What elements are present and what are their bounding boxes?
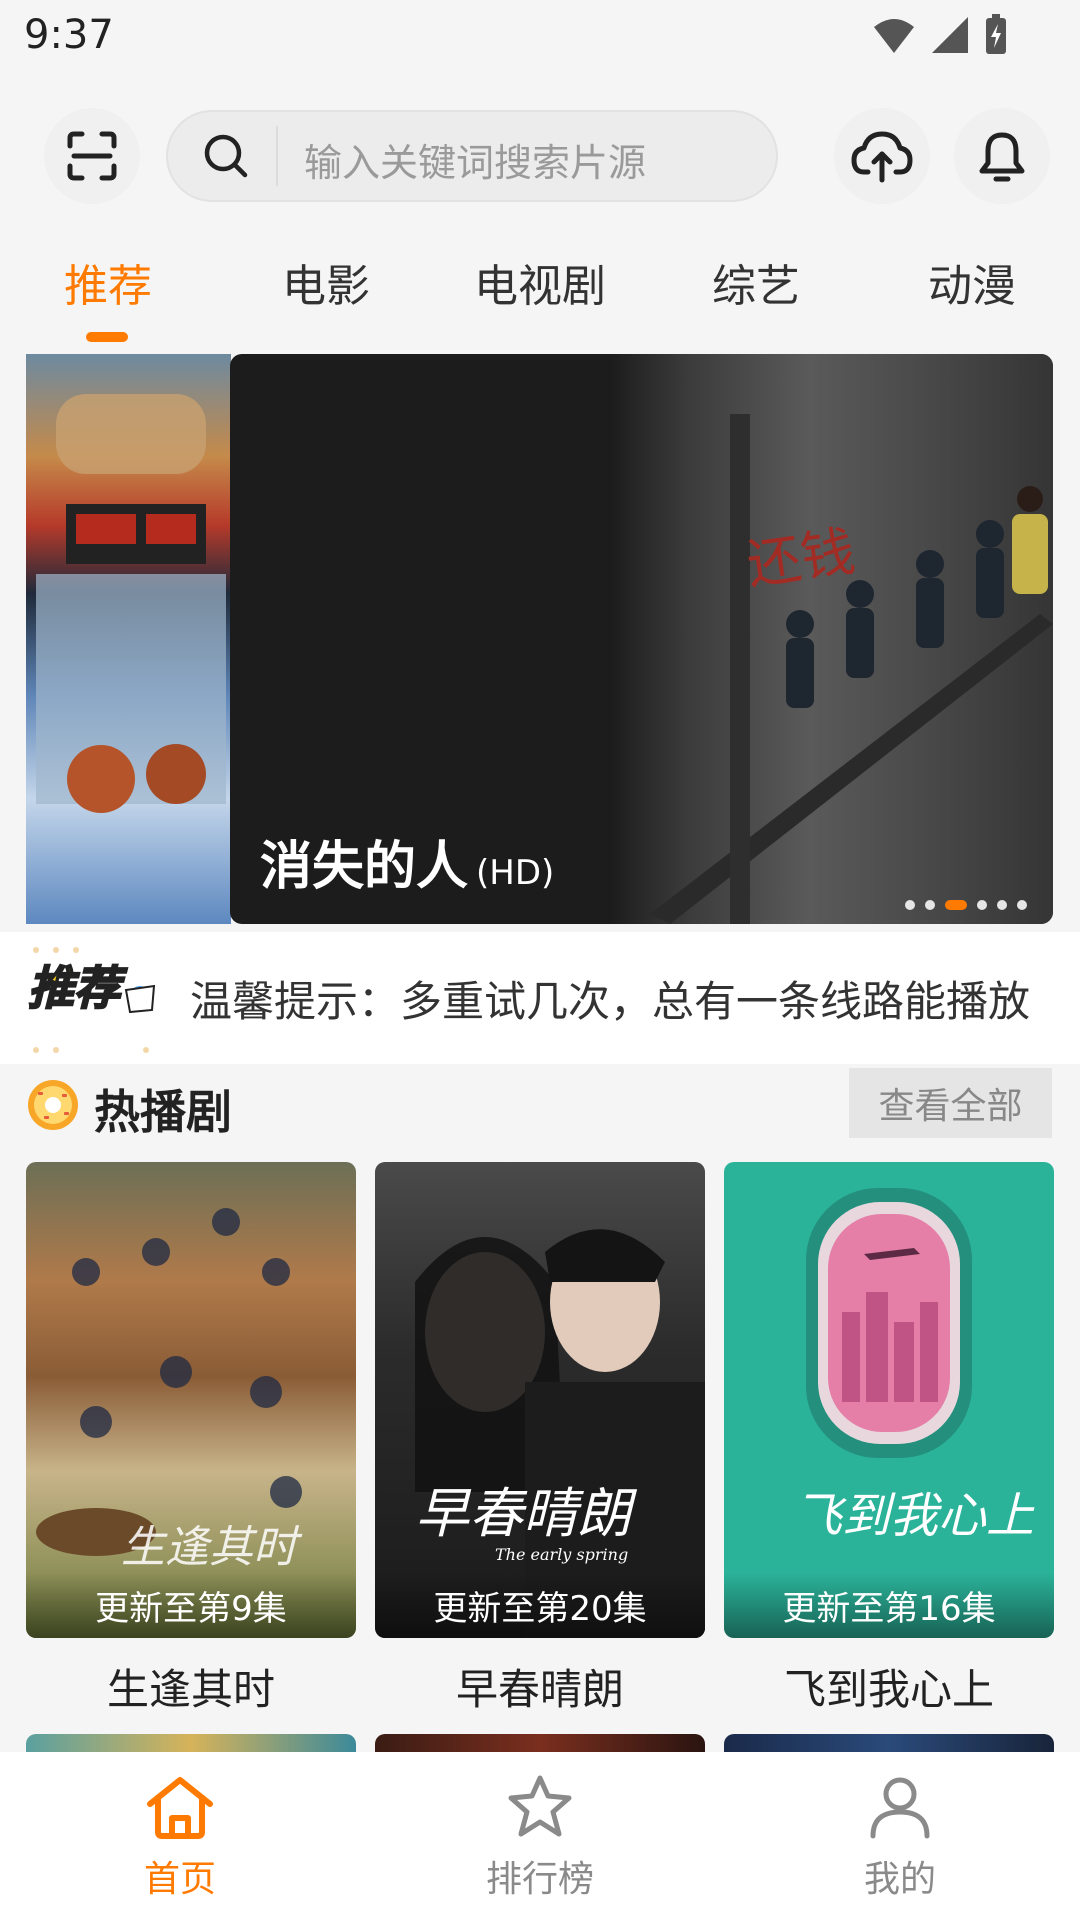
carousel-dot[interactable] (1017, 900, 1027, 910)
search-bar[interactable]: 输入关键词搜索片源 (166, 110, 778, 202)
search-divider (276, 126, 278, 186)
bell-icon (979, 132, 1025, 182)
bottom-navigation: 首页 排行榜 我的 (0, 1752, 1080, 1920)
banner-carousel[interactable]: 还钱 消失的人 (HD) (0, 354, 1080, 924)
carousel-indicator (905, 900, 1027, 910)
recommend-badge: 推荐 (26, 940, 160, 1064)
series-poster-partial[interactable] (724, 1734, 1054, 1754)
notification-button[interactable] (954, 108, 1050, 204)
carousel-dot[interactable] (925, 900, 935, 910)
category-tabs: 推荐 电影 电视剧 综艺 动漫 (0, 250, 1080, 340)
banner-title-text: 消失的人 (260, 837, 469, 897)
nav-home-label: 首页 (143, 1859, 216, 1900)
series-card[interactable]: 生逢其时 更新至第9集 生逢其时 (26, 1162, 356, 1717)
carousel-dot-active[interactable] (945, 900, 967, 910)
battery-charging-icon (986, 14, 1006, 54)
update-badge: 更新至第9集 (26, 1572, 356, 1638)
search-placeholder[interactable]: 输入关键词搜索片源 (304, 132, 646, 187)
banner-title: 消失的人 (HD) (260, 824, 554, 899)
nav-ranking[interactable]: 排行榜 (440, 1774, 640, 1902)
svg-text:推荐: 推荐 (28, 961, 128, 1015)
series-card[interactable]: 飞到我心上 更新至第16集 飞到我心上 (724, 1162, 1054, 1717)
notice-text: 温馨提示：多重试几次，总有一条线路能播放 (190, 977, 1031, 1026)
update-badge: 更新至第20集 (375, 1572, 705, 1638)
star-icon (508, 1775, 572, 1837)
carousel-dot[interactable] (905, 900, 915, 910)
svg-text:The early spring: The early spring (495, 1545, 628, 1564)
tab-tv-series[interactable]: 电视剧 (474, 250, 606, 314)
svg-text:生逢其时: 生逢其时 (121, 1522, 303, 1573)
series-poster[interactable]: 飞到我心上 更新至第16集 (724, 1162, 1054, 1638)
wifi-icon (874, 19, 914, 53)
nav-profile[interactable]: 我的 (800, 1774, 1000, 1902)
active-tab-indicator (86, 332, 128, 342)
status-time: 9:37 (24, 12, 114, 58)
nav-home[interactable]: 首页 (80, 1774, 280, 1902)
banner-poster-image: 还钱 (610, 354, 1053, 924)
svg-text:还钱: 还钱 (743, 519, 859, 596)
top-bar: 输入关键词搜索片源 (0, 100, 1080, 212)
banner-quality: (HD) (476, 853, 555, 893)
series-poster-partial[interactable] (26, 1734, 356, 1754)
status-bar: 9:37 (0, 0, 1080, 72)
nav-ranking-label: 排行榜 (485, 1859, 594, 1900)
hot-series-header: 热播剧 查看全部 (0, 1064, 1080, 1148)
scan-icon (67, 131, 117, 181)
series-title[interactable]: 生逢其时 (26, 1656, 356, 1717)
upload-button[interactable] (834, 108, 930, 204)
user-icon (870, 1777, 930, 1839)
series-poster[interactable]: 生逢其时 更新至第9集 (26, 1162, 356, 1638)
tab-recommend[interactable]: 推荐 (64, 250, 152, 314)
notice-bar: 推荐 温馨提示：多重试几次，总有一条线路能播放 (0, 932, 1080, 1064)
arcade-basketball-image (36, 394, 226, 813)
series-title[interactable]: 飞到我心上 (724, 1656, 1054, 1717)
svg-text:早春晴朗: 早春晴朗 (415, 1482, 638, 1545)
carousel-dot[interactable] (997, 900, 1007, 910)
section-title: 热播剧 (94, 1085, 232, 1139)
search-icon (204, 134, 248, 178)
banner-current-slide[interactable]: 还钱 消失的人 (HD) (230, 354, 1053, 924)
cloud-upload-icon (851, 131, 913, 183)
scan-button[interactable] (44, 108, 140, 204)
tab-anime[interactable]: 动漫 (928, 250, 1016, 314)
home-icon (147, 1777, 213, 1839)
cellular-signal-icon (932, 17, 968, 53)
update-badge: 更新至第16集 (724, 1572, 1054, 1638)
series-card[interactable]: 早春晴朗 The early spring 更新至第20集 早春晴朗 (375, 1162, 705, 1717)
nav-profile-label: 我的 (863, 1859, 936, 1900)
series-poster-partial[interactable] (375, 1734, 705, 1754)
view-all-button[interactable]: 查看全部 (849, 1068, 1052, 1138)
hot-series-next-row (26, 1734, 1054, 1754)
tab-variety[interactable]: 综艺 (712, 250, 800, 314)
series-poster[interactable]: 早春晴朗 The early spring 更新至第20集 (375, 1162, 705, 1638)
series-title[interactable]: 早春晴朗 (375, 1656, 705, 1717)
donut-icon (28, 1080, 78, 1130)
tab-movies[interactable]: 电影 (282, 250, 370, 314)
banner-prev-slide[interactable] (26, 354, 231, 924)
status-icons (872, 14, 1008, 56)
carousel-dot[interactable] (977, 900, 987, 910)
svg-text:飞到我心上: 飞到我心上 (794, 1488, 1035, 1544)
